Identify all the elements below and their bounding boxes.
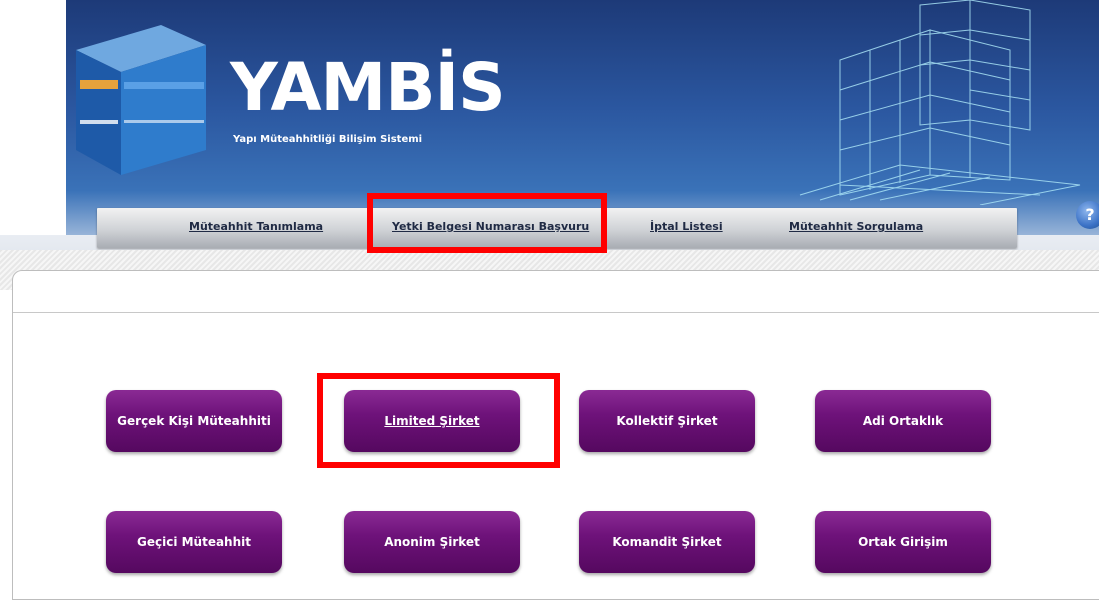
building-illustration-icon	[799, 0, 1081, 205]
help-icon[interactable]: ?	[1076, 201, 1099, 229]
yambis-page: YAMBİS Yapı Müteahhitliği Bilişim Sistem…	[0, 0, 1099, 600]
nav-iptal-listesi[interactable]: İptal Listesi	[650, 220, 723, 233]
button-label: Geçici Müteahhit	[136, 535, 251, 549]
logo-title: YAMBİS	[230, 49, 506, 126]
komandit-sirket-button[interactable]: Komandit Şirket	[579, 511, 755, 573]
left-margin	[0, 0, 66, 235]
limited-sirket-button[interactable]: Limited Şirket	[344, 390, 520, 452]
adi-ortaklik-button[interactable]: Adi Ortaklık	[815, 390, 991, 452]
logo-cube-icon	[76, 25, 206, 175]
ortak-girisim-button[interactable]: Ortak Girişim	[815, 511, 991, 573]
panel-divider	[13, 312, 1099, 313]
logo-subtitle: Yapı Müteahhitliği Bilişim Sistemi	[233, 134, 423, 145]
button-label: Anonim Şirket	[384, 535, 480, 549]
gecici-muteahhit-button[interactable]: Geçici Müteahhit	[106, 511, 282, 573]
button-label: Komandit Şirket	[612, 535, 722, 549]
button-label: Gerçek Kişi Müteahhiti	[117, 414, 271, 428]
nav-muteahhit-sorgulama[interactable]: Müteahhit Sorgulama	[789, 220, 923, 233]
button-label: Ortak Girişim	[858, 535, 948, 549]
anonim-sirket-button[interactable]: Anonim Şirket	[344, 511, 520, 573]
gercek-kisi-muteahhiti-button[interactable]: Gerçek Kişi Müteahhiti	[106, 390, 282, 452]
nav-yetki-belgesi-basvuru[interactable]: Yetki Belgesi Numarası Başvuru	[392, 220, 589, 233]
button-label: Limited Şirket	[384, 414, 480, 428]
kollektif-sirket-button[interactable]: Kollektif Şirket	[579, 390, 755, 452]
nav-muteahhit-tanimlama[interactable]: Müteahhit Tanımlama	[189, 220, 323, 233]
button-label: Adi Ortaklık	[862, 414, 944, 428]
main-nav-bar: Müteahhit Tanımlama Yetki Belgesi Numara…	[97, 208, 1017, 248]
button-label: Kollektif Şirket	[616, 414, 718, 428]
